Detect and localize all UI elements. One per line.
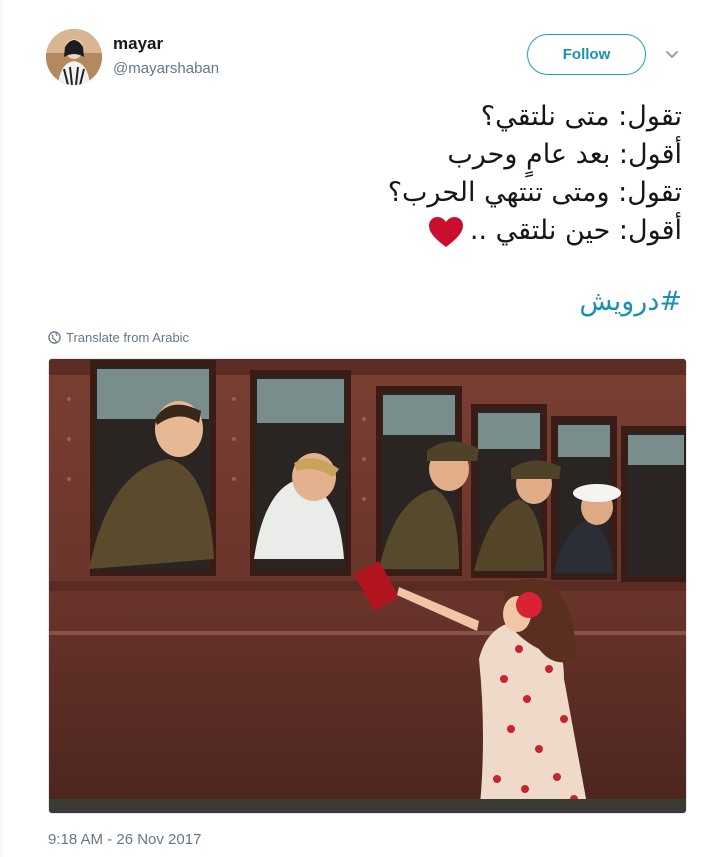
red-heart-icon [428,216,463,247]
globe-icon [48,331,61,344]
display-name[interactable]: mayar [113,34,163,54]
tweet-line: أقول: بعد عامٍ وحرب [447,139,682,170]
tweet-text: تقول: متى نلتقي؟ أقول: بعد عامٍ وحرب تقو… [62,98,682,250]
tweet-photo[interactable] [48,358,687,814]
translate-link[interactable]: Translate from Arabic [48,330,189,345]
tweet-line: تقول: ومتى تنتهي الحرب؟ [387,177,682,208]
chevron-down-icon[interactable] [664,46,680,62]
user-handle[interactable]: @mayarshaban [113,60,219,77]
train-farewell-photo [49,359,686,813]
tweet-line: تقول: متى نلتقي؟ [480,101,682,132]
left-edge [0,0,3,857]
hashtag-link[interactable]: #درويش [579,282,682,322]
profile-photo-icon [46,29,102,85]
tweet-line-last: أقول: حين نلتقي .. [62,212,682,250]
tweet-line-text: أقول: حين نلتقي .. [469,215,682,246]
tweet-card: mayar @mayarshaban Follow تقول: متى نلتق… [0,0,720,857]
avatar[interactable] [46,29,102,85]
follow-button[interactable]: Follow [527,34,646,75]
timestamp[interactable]: 9:18 AM - 26 Nov 2017 [48,831,201,848]
translate-label: Translate from Arabic [66,330,190,345]
